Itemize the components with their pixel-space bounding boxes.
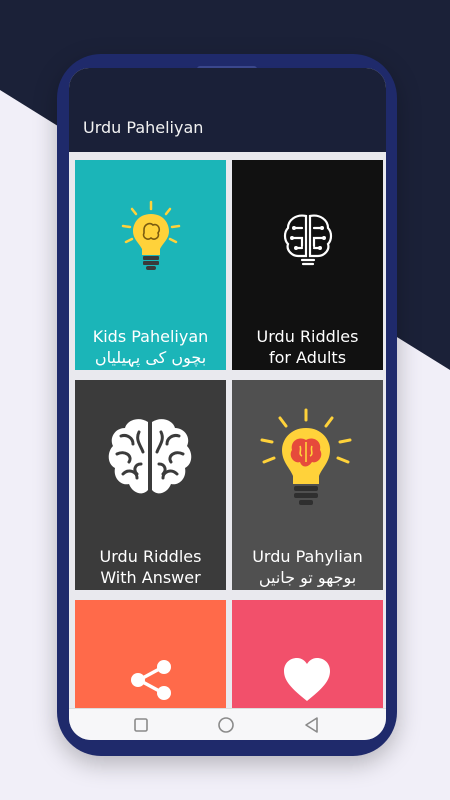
app-bar: Urdu Paheliyan [69,68,386,152]
card-label-line1: Urdu Riddles [99,547,202,566]
card-label-line1: Kids Paheliyan [92,327,209,346]
card-share[interactable] [75,600,226,708]
lightbulb-brain-icon [120,200,182,280]
card-urdu-riddles-adults[interactable]: Urdu Riddles for Adults [232,160,383,370]
phone-screen: Urdu Paheliyan Kids Paheliyan بچوں کی پہ… [69,68,386,740]
card-label-line1: Urdu Riddles [256,327,359,346]
circle-icon[interactable] [216,716,236,734]
brain-icon [107,414,193,510]
card-label-line2: بوجھو تو جانیں [258,568,357,587]
card-label-line1: Urdu Pahylian [252,547,363,566]
square-icon[interactable] [131,716,151,734]
card-kids-paheliyan[interactable]: Kids Paheliyan بچوں کی پہیلیاں [75,160,226,370]
card-urdu-riddles-answer[interactable]: Urdu Riddles With Answer [75,380,226,590]
card-label-line2: With Answer [100,568,201,587]
android-nav-bar [69,708,386,740]
card-label-line2: for Adults [268,348,347,367]
card-rate[interactable] [232,600,383,708]
circuit-brain-icon [282,212,334,272]
app-title: Urdu Paheliyan [83,118,204,137]
share-icon [129,660,173,704]
menu-grid: Kids Paheliyan بچوں کی پہیلیاں Urdu Ridd… [69,152,386,708]
back-triangle-icon[interactable] [302,716,322,734]
card-label-line2: بچوں کی پہیلیاں [94,348,207,367]
idea-bulb-icon [256,406,356,520]
card-urdu-pahylian[interactable]: Urdu Pahylian بوجھو تو جانیں [232,380,383,590]
heart-icon [282,657,332,707]
